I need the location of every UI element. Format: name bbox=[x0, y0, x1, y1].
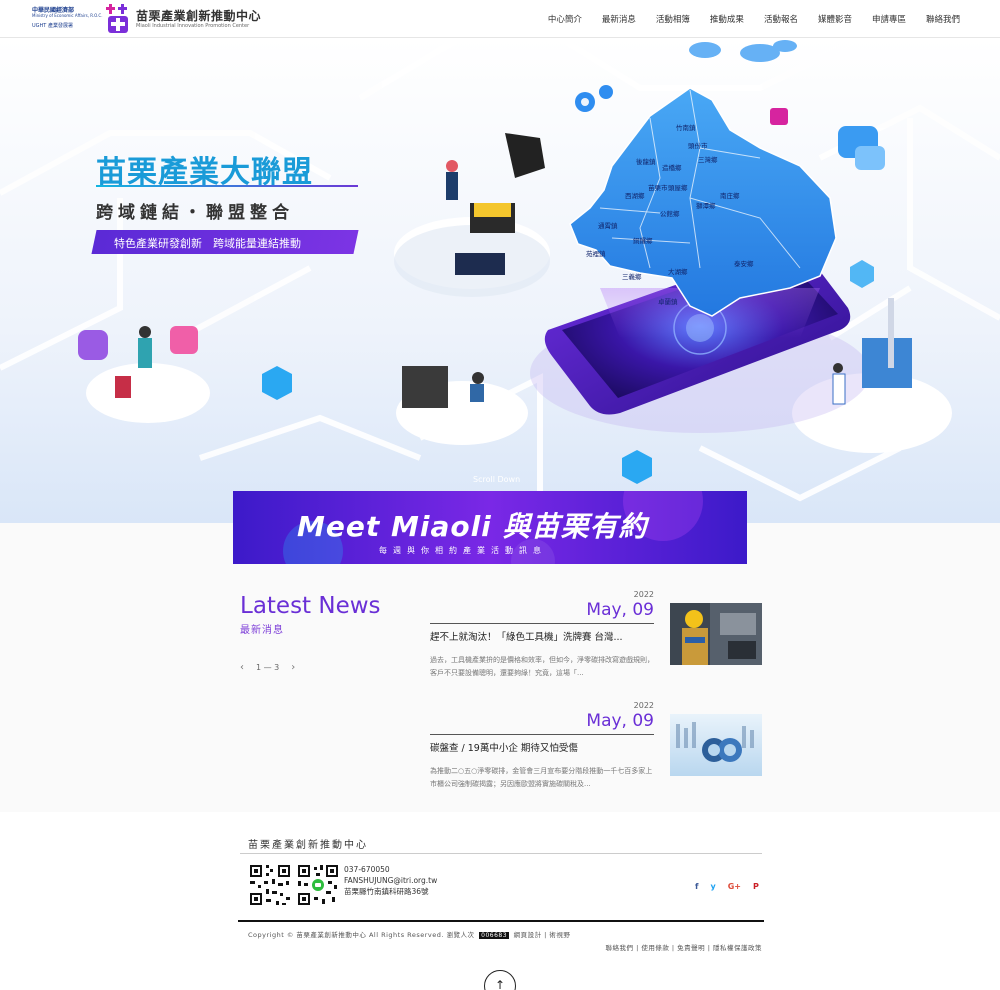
copyright: Copyright © 苗栗產業創新推動中心 All Rights Reserv… bbox=[248, 929, 570, 939]
hero-subtitle: 跨域鏈結・聯盟整合 bbox=[96, 203, 294, 223]
hero-divider bbox=[96, 185, 358, 187]
visitor-counter: 006683 bbox=[479, 932, 510, 939]
news-card[interactable]: 2022 May, 09 趕不上就淘汰！「綠色工具機」洗牌賽 台灣... 過去，… bbox=[430, 590, 762, 685]
moea-logo-line3: UGHT 產業發展署 bbox=[32, 23, 73, 29]
map-label-tongxiao: 通霄鎮 bbox=[598, 221, 618, 230]
nav-about[interactable]: 中心簡介 bbox=[538, 13, 592, 25]
map-label-touwu: 頭屋鄉 bbox=[668, 183, 688, 192]
news-heading-sub: 最新消息 bbox=[240, 625, 284, 636]
news-excerpt: 過去，工具機產業拚的是價格和效率，但如今，淨零碳排改寫遊戲規則，客戶不只要設備聰… bbox=[430, 656, 654, 677]
footer-address: 苗栗縣竹南鎮科研路36號 bbox=[344, 887, 429, 896]
news-card[interactable]: 2022 May, 09 碳盤查 / 19萬中小企 期待又怕受傷 為推動二○五○… bbox=[430, 701, 762, 796]
news-divider bbox=[430, 734, 654, 735]
site-footer: 苗栗產業創新推動中心 037-670050 FANSHUJUNG@itri.or… bbox=[0, 812, 1000, 990]
nav-news[interactable]: 最新消息 bbox=[592, 13, 646, 25]
pinterest-icon[interactable]: P bbox=[753, 882, 759, 891]
news-year: 2022 bbox=[633, 590, 654, 599]
nav-registration[interactable]: 活動報名 bbox=[754, 13, 808, 25]
map-label-dahu: 大湖鄉 bbox=[668, 267, 688, 276]
moea-logo-line2: Ministry of Economic Affairs, R.O.C. bbox=[32, 13, 103, 18]
map-label-xihu: 西湖鄉 bbox=[625, 191, 645, 200]
hero-tagline: 特色產業研發創新 跨域能量連結推動 bbox=[114, 237, 301, 250]
nav-media[interactable]: 媒體影音 bbox=[808, 13, 862, 25]
map-label-zhunan: 竹南鎮 bbox=[676, 123, 696, 132]
nav-contact[interactable]: 聯絡我們 bbox=[916, 13, 970, 25]
moea-logo[interactable]: 中華民國經濟部 Ministry of Economic Affairs, R.… bbox=[32, 5, 102, 33]
footer-divider bbox=[240, 853, 762, 854]
social-links: f y G+ P bbox=[695, 882, 759, 891]
nav-apply[interactable]: 申請專區 bbox=[862, 13, 916, 25]
news-divider bbox=[430, 623, 654, 624]
footer-email[interactable]: FANSHUJUNG@itri.org.tw bbox=[344, 875, 437, 886]
news-year: 2022 bbox=[633, 701, 654, 710]
news-date: May, 09 bbox=[586, 600, 654, 620]
news-pager: ‹ 1 — 3 › bbox=[240, 662, 295, 673]
google-plus-icon[interactable]: G+ bbox=[728, 882, 741, 891]
meet-miaoli-banner[interactable]: Meet Miaoli 與苗栗有約 每週與你相約產業活動訊息 bbox=[233, 491, 747, 564]
qr-code-icon[interactable] bbox=[248, 863, 292, 907]
map-label-sanwan: 三灣鄉 bbox=[698, 155, 718, 164]
news-thumbnail[interactable] bbox=[670, 603, 762, 665]
hero-illustration: 竹南鎮 頭份市 三灣鄉 南庄鄉 造橋鄉 後龍鎮 苗栗市 頭屋鄉 西湖鄉 公館鄉 … bbox=[0, 38, 1000, 508]
hero-banner: 竹南鎮 頭份市 三灣鄉 南庄鄉 造橋鄉 後龍鎮 苗栗市 頭屋鄉 西湖鄉 公館鄉 … bbox=[0, 38, 1000, 523]
footer-divider-bold bbox=[238, 920, 764, 922]
map-label-gongguan: 公館鄉 bbox=[660, 209, 680, 218]
design-credit[interactable]: 網頁設計 | 術視野 bbox=[514, 931, 571, 939]
map-label-zaoqiao: 造橋鄉 bbox=[662, 163, 682, 172]
map-label-nanzhuang: 南庄鄉 bbox=[720, 191, 740, 200]
map-label-yuanli: 苑裡鎮 bbox=[586, 249, 606, 258]
footer-phone[interactable]: 037-670050 bbox=[344, 864, 437, 875]
news-excerpt: 為推動二○五○淨零碳排，金管會三月宣布要分階段推動一千七百多家上市櫃公司強制碳揭… bbox=[430, 767, 653, 788]
nav-albums[interactable]: 活動相簿 bbox=[646, 13, 700, 25]
facebook-icon[interactable]: f bbox=[695, 882, 698, 891]
map-label-miaoli-city: 苗栗市 bbox=[648, 183, 668, 192]
chevron-right-icon[interactable]: › bbox=[291, 662, 295, 673]
brand-subtitle: Miaoli Industrial Innovation Promotion C… bbox=[136, 23, 250, 29]
news-title[interactable]: 趕不上就淘汰！「綠色工具機」洗牌賽 台灣... bbox=[430, 629, 654, 643]
site-header: 中華民國經濟部 Ministry of Economic Affairs, R.… bbox=[0, 0, 1000, 38]
twitter-icon[interactable]: y bbox=[710, 882, 715, 891]
footer-title: 苗栗產業創新推動中心 bbox=[248, 840, 368, 851]
brand-title[interactable]: 苗栗產業創新推動中心 bbox=[136, 7, 261, 24]
map-label-taian: 泰安鄉 bbox=[734, 259, 754, 268]
map-label-zhuolan: 卓蘭鎮 bbox=[658, 297, 678, 306]
news-date: May, 09 bbox=[586, 711, 654, 731]
arrow-up-icon: ↑ bbox=[494, 978, 506, 990]
nav-results[interactable]: 推動成果 bbox=[700, 13, 754, 25]
map-label-tongluo: 銅鑼鄉 bbox=[633, 236, 653, 245]
map-label-toufen: 頭份市 bbox=[688, 141, 708, 150]
meet-subtitle: 每週與你相約產業活動訊息 bbox=[379, 546, 547, 555]
scroll-down-link[interactable]: Scroll Down bbox=[473, 475, 520, 484]
map-label-houlong: 後龍鎮 bbox=[636, 157, 656, 166]
meet-title: Meet Miaoli 與苗栗有約 bbox=[297, 510, 648, 543]
main-nav: 中心簡介 最新消息 活動相簿 推動成果 活動報名 媒體影音 申請專區 聯絡我們 bbox=[538, 13, 970, 25]
news-thumbnail-co2[interactable] bbox=[670, 714, 762, 776]
map-label-sanyi: 三義鄉 bbox=[622, 272, 642, 281]
pager-indicator: 1 — 3 bbox=[256, 663, 280, 672]
news-heading: Latest News bbox=[240, 593, 381, 619]
map-label-shitan: 獅潭鄉 bbox=[696, 201, 716, 210]
footer-links[interactable]: 聯絡我們 | 使用條款 | 免責聲明 | 隱私權保護政策 bbox=[606, 942, 762, 952]
copyright-text: Copyright © 苗栗產業創新推動中心 All Rights Reserv… bbox=[248, 931, 475, 939]
chevron-left-icon[interactable]: ‹ bbox=[240, 662, 244, 673]
brand-cross-icon[interactable] bbox=[106, 4, 130, 33]
line-qr-code-icon[interactable] bbox=[296, 863, 340, 907]
footer-contact: 037-670050 FANSHUJUNG@itri.org.tw 苗栗縣竹南鎮… bbox=[344, 864, 437, 897]
news-title[interactable]: 碳盤查 / 19萬中小企 期待又怕受傷 bbox=[430, 740, 654, 754]
back-to-top-button[interactable]: ↑ bbox=[484, 970, 516, 990]
